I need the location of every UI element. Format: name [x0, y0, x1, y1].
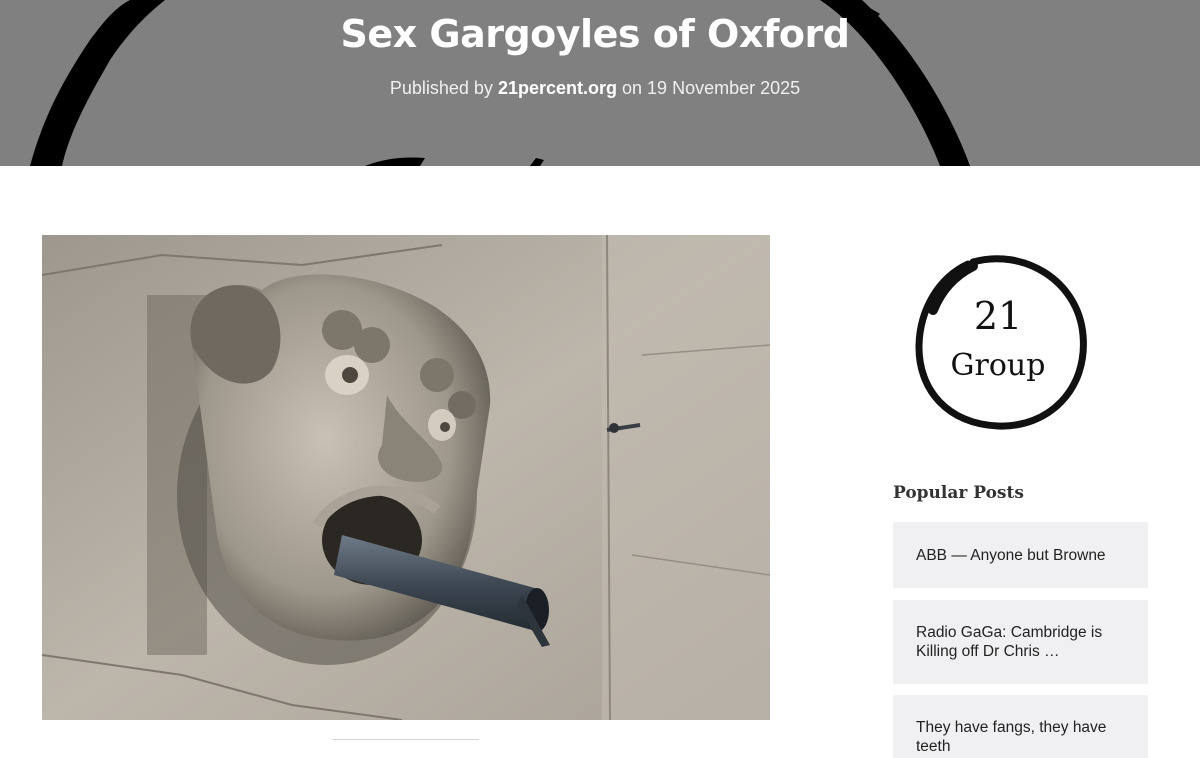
meta-prefix: Published by [389, 78, 493, 98]
popular-posts-heading: Popular Posts [893, 483, 1024, 503]
logo-number: 21 [973, 294, 1023, 338]
meta-middle: on [622, 78, 643, 98]
popular-post-title[interactable]: ABB — Anyone but Browne [916, 546, 1106, 565]
page-title: Sex Gargoyles of Oxford [340, 12, 850, 56]
popular-post-item[interactable]: They have fangs, they have teeth [893, 695, 1148, 758]
gargoyle-illustration [42, 235, 770, 720]
popular-post-item[interactable]: Radio GaGa: Cambridge is Killing off Dr … [893, 600, 1148, 684]
post-date: 19 November 2025 [647, 78, 801, 98]
popular-post-item[interactable]: ABB — Anyone but Browne [893, 522, 1148, 588]
page-header: Sex Gargoyles of Oxford Published by 21p… [0, 0, 1200, 166]
popular-post-title[interactable]: Radio GaGa: Cambridge is Killing off Dr … [916, 623, 1128, 661]
author-link[interactable]: 21percent.org [498, 78, 617, 98]
brush-circle-icon [915, 255, 1087, 430]
content-divider [333, 739, 479, 740]
featured-image [42, 235, 770, 720]
popular-post-title[interactable]: They have fangs, they have teeth [916, 718, 1128, 756]
logo-word: Group [950, 348, 1046, 383]
site-logo[interactable]: 21 Group [913, 250, 1088, 430]
post-meta: Published by 21percent.org on 19 Novembe… [0, 78, 1190, 99]
